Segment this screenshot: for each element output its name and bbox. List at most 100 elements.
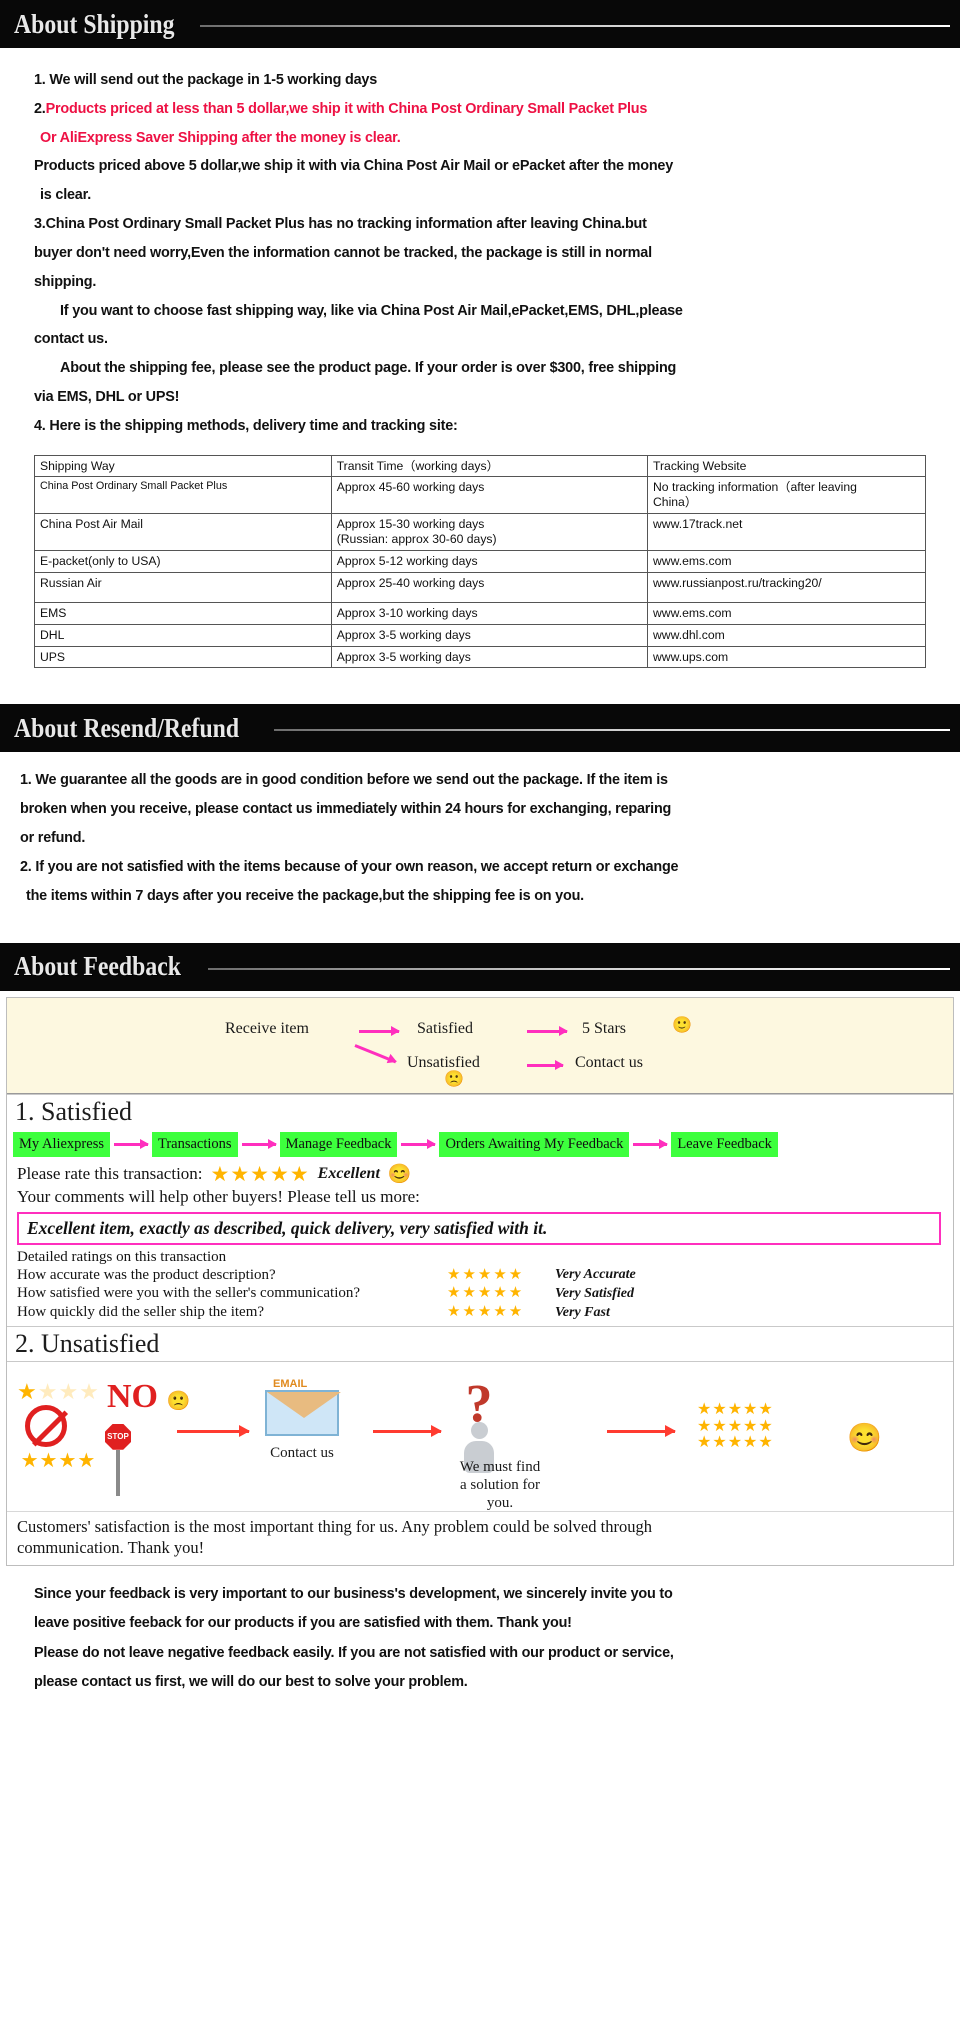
step-arrow-icon [401,1139,437,1149]
cell-tracking-website: www.ems.com [646,549,927,573]
rate-transaction-row: Please rate this transaction: ★★★★★ Exce… [7,1161,953,1185]
bad-rating-group: ★★★★ ★★★★ [17,1380,100,1472]
sad-face-icon: 🙁 [444,1070,464,1088]
smiley-face-icon: 😊 [387,1163,412,1185]
cell-tracking-website: www.russianpost.ru/tracking20/ [646,571,927,603]
cell-shipping-way: UPS [34,645,332,669]
shipping-line-2-number: 2. [34,100,46,117]
good-rating-group: ★★★★★ ★★★★★ ★★★★★ [697,1401,774,1452]
refund-text-block: 1. We guarantee all the goods are in goo… [0,752,960,920]
email-envelope-icon: EMAIL [265,1378,341,1436]
detailed-ratings-heading: Detailed ratings on this transaction [17,1248,227,1265]
shipping-line-5b: contact us. [34,331,108,348]
detail-value: Very Accurate [555,1267,636,1283]
table-row: China Post Air Mail Approx 15-30 working… [34,513,927,551]
detail-stars-icon[interactable]: ★★★★★ [447,1284,555,1303]
flow-arrow-to-satisfied [359,1025,400,1036]
no-text: NO [107,1377,158,1415]
shipping-line-1: 1. We will send out the package in 1-5 w… [34,72,377,88]
cell-transit-time: Approx 3-5 working days [330,645,648,669]
shipping-line-2-red: Products priced at less than 5 dollar,we… [45,100,648,117]
flow-arrow-to-5-stars [527,1025,568,1036]
step-chip-leave-feedback[interactable]: Leave Feedback [671,1132,778,1157]
prohibited-icon [25,1404,67,1447]
table-header-row: Shipping Way Transit Time（working days） … [34,454,927,478]
subsection-title-satisfied: 1. Satisfied [7,1093,953,1129]
feedback-flow-panel: Receive item Satisfied 5 Stars 🙂 Unsatis… [7,997,953,1094]
section-title-refund: About Resend/Refund [14,712,240,743]
cell-transit-time: Approx 3-10 working days [330,601,648,625]
cell-transit-time: Approx 25-40 working days [330,571,648,603]
cell-tracking-line1: No tracking information（after leaving [652,480,857,495]
cell-transit-time: Approx 5-12 working days [330,549,648,573]
refund-line-2b: the items within 7 days after you receiv… [26,887,584,904]
shipping-line-6b: via EMS, DHL or UPS! [34,388,180,405]
banner-divider-line [207,967,950,970]
low-rating-stars-icon-2: ★★★★ [20,1449,97,1472]
contact-us-caption: Contact us [270,1444,334,1461]
shipping-text-block: 1. We will send out the package in 1-5 w… [0,48,960,451]
spacer-before-feedback [0,921,960,943]
example-comment-box[interactable]: Excellent item, exactly as described, qu… [17,1211,941,1245]
flow-arrow-to-unsatisfied [354,1043,397,1063]
solution-caption-line2: a solution for [460,1476,540,1493]
happy-face-icon: 😊 [847,1421,882,1453]
rating-stars-icon[interactable]: ★★★★★ [211,1163,310,1185]
table-row: China Post Ordinary Small Packet Plus Ap… [34,476,927,515]
refund-line-1a: 1. We guarantee all the goods are in goo… [20,772,668,789]
banner-divider-line [200,25,950,27]
cell-tracking-website: www.ups.com [646,645,927,669]
detail-question: How quickly did the seller ship the item… [17,1304,265,1321]
step-chip-orders-awaiting-my-feedback[interactable]: Orders Awaiting My Feedback [439,1132,630,1157]
step-arrow-icon [633,1139,669,1149]
arrow-to-good-rating [607,1424,676,1437]
table-header-transit-time: Transit Time（working days） [330,454,648,478]
cell-transit-time: Approx 15-30 working days (Russian: appr… [330,513,648,551]
solution-caption: We must find a solution for you. [415,1458,585,1511]
shipping-line-3b: is clear. [40,187,92,204]
step-arrow-icon [241,1139,277,1149]
cell-transit-line1: Approx 15-30 working days [336,517,485,532]
flow-label-satisfied: Satisfied [417,1019,473,1037]
section-banner-refund: About Resend/Refund [0,704,960,753]
detailed-rating-row: How accurate was the product description… [7,1266,953,1285]
feedback-footer-text: Since your feedback is very important to… [0,1566,960,1716]
cell-shipping-way: Russian Air [34,571,332,603]
closing-line-1: Customers' satisfaction is the most impo… [17,1516,652,1536]
step-chip-my-aliexpress[interactable]: My Aliexpress [13,1132,110,1157]
solution-caption-line3: you. [486,1494,514,1511]
footer-line-2b: please contact us first, we will do our … [34,1674,468,1691]
solution-caption-line1: We must find [459,1458,541,1475]
cell-tracking-website: www.ems.com [646,601,927,625]
shipping-methods-table: Shipping Way Transit Time（working days） … [34,454,927,669]
rating-word-excellent: Excellent [317,1165,380,1183]
detail-value: Very Fast [555,1304,610,1320]
footer-line-2a: Please do not leave negative feedback ea… [34,1644,674,1661]
table-header-shipping-way: Shipping Way [34,454,332,478]
shipping-line-6a: About the shipping fee, please see the p… [60,360,677,377]
detail-stars-icon[interactable]: ★★★★★ [447,1303,555,1322]
shipping-line-4c: shipping. [34,273,97,290]
shipping-line-3a: Products priced above 5 dollar,we ship i… [34,158,674,175]
cell-shipping-way: DHL [34,623,332,647]
step-chip-manage-feedback[interactable]: Manage Feedback [279,1132,398,1157]
arrow-to-contact-us [177,1424,250,1437]
cell-shipping-way: China Post Air Mail [34,513,332,551]
flow-label-contact-us: Contact us [575,1053,643,1071]
cell-tracking-line2: China） [652,495,698,510]
table-row: DHL Approx 3-5 working days www.dhl.com [34,623,927,647]
detail-value: Very Satisfied [555,1286,634,1301]
refund-line-2a: 2. If you are not satisfied with the ite… [20,858,679,875]
step-chip-transactions[interactable]: Transactions [151,1132,238,1157]
satisfied-steps-row: My Aliexpress Transactions Manage Feedba… [7,1128,953,1160]
cell-tracking-website: www.dhl.com [646,623,927,647]
low-rating-stars-icon: ★★★★ [17,1378,100,1404]
cell-tracking-website: No tracking information（after leaving Ch… [646,476,927,515]
shipping-line-2: 2.Products priced at less than 5 dollar,… [34,95,932,124]
shipping-line-2b: Or AliExpress Saver Shipping after the m… [40,129,401,146]
detail-stars-icon[interactable]: ★★★★★ [447,1266,555,1285]
unsatisfied-illustration: ★★★★ ★★★★ NO 🙁 STOP EMAIL Contact us ? W… [7,1360,953,1511]
arrow-to-solution [373,1424,442,1437]
cell-shipping-way: China Post Ordinary Small Packet Plus [34,476,332,515]
table-header-tracking-website: Tracking Website [646,454,927,478]
